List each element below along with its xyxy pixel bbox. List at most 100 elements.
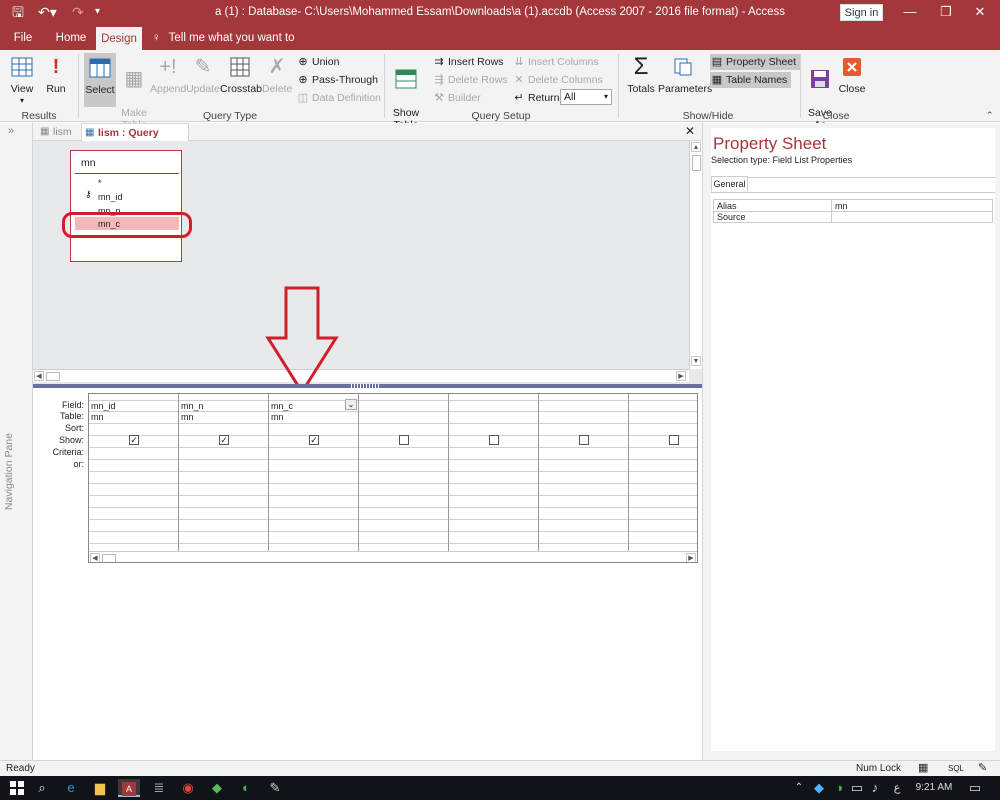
volume-icon[interactable]: ♪: [866, 779, 884, 797]
select-query-button[interactable]: Select: [84, 53, 116, 107]
show-checkbox[interactable]: ✓: [219, 435, 229, 445]
field-item[interactable]: mn_id: [98, 192, 123, 202]
grid-field-cell[interactable]: mn_id: [91, 401, 116, 412]
pass-through-button[interactable]: ⊕ Pass-Through: [296, 72, 378, 88]
chevron-down-icon: ▾: [603, 92, 608, 101]
data-definition-button[interactable]: ◫ Data Definition: [296, 90, 381, 106]
tray-app-icon[interactable]: ◆: [810, 779, 828, 797]
tab-file[interactable]: File: [8, 26, 38, 50]
app-icon[interactable]: ✎: [266, 779, 284, 797]
access-app-icon[interactable]: A: [118, 779, 140, 797]
restore-button[interactable]: ❐: [936, 3, 956, 21]
parameters-button[interactable]: Parameters: [658, 54, 712, 95]
insert-columns-button[interactable]: ⇊ Insert Columns: [512, 54, 598, 70]
language-indicator[interactable]: ع: [888, 779, 906, 797]
tab-divider: [711, 177, 995, 178]
run-button[interactable]: ! Run: [42, 54, 70, 95]
grid-field-cell[interactable]: mn_n: [181, 401, 204, 412]
delete-columns-button[interactable]: ✕ Delete Columns: [512, 72, 602, 88]
app-icon[interactable]: ≣: [150, 779, 168, 797]
grid-table-cell[interactable]: mn: [271, 412, 284, 423]
tray-app-icon[interactable]: ◑: [830, 779, 848, 797]
close-document-icon[interactable]: ✕: [685, 124, 695, 138]
scroll-up-icon[interactable]: ▲: [691, 142, 701, 152]
tab-home[interactable]: Home: [52, 26, 90, 50]
expand-nav-icon[interactable]: »: [8, 125, 14, 137]
property-value-alias[interactable]: mn: [835, 201, 848, 211]
tab-general[interactable]: General: [711, 176, 748, 192]
show-checkbox[interactable]: [579, 435, 589, 445]
scroll-thumb[interactable]: [102, 554, 116, 562]
delete-query-icon: ✗: [268, 56, 286, 78]
close-icon: [839, 54, 865, 80]
chevron-down-icon[interactable]: ⌄: [345, 399, 357, 410]
tab-design[interactable]: Design: [96, 26, 142, 50]
union-button[interactable]: ⊕ Union: [296, 54, 339, 70]
navigation-pane[interactable]: » Navigation Pane: [0, 123, 33, 760]
design-view-icon[interactable]: ✎: [978, 761, 987, 776]
property-value-source[interactable]: [835, 212, 985, 221]
totals-button[interactable]: Σ Totals: [624, 54, 658, 96]
window-close-button[interactable]: ✕: [970, 3, 990, 21]
property-sheet-button[interactable]: ▤ Property Sheet: [710, 54, 801, 70]
selection-type: Selection type: Field List Properties: [711, 155, 853, 165]
return-dropdown[interactable]: All ▾: [560, 89, 612, 105]
grid-horizontal-scrollbar[interactable]: ◀ ▶: [89, 551, 697, 562]
close-query-button[interactable]: Close: [838, 54, 866, 95]
vertical-scrollbar[interactable]: ▲ ▼: [689, 141, 702, 369]
primary-key-icon: ⚷: [85, 189, 92, 199]
insert-rows-button[interactable]: ⇉ Insert Rows: [432, 54, 503, 70]
datasheet-view-icon: [9, 54, 35, 80]
table-names-button[interactable]: ▦ Table Names: [710, 72, 792, 88]
sql-view-button[interactable]: SQL: [948, 761, 964, 776]
show-checkbox[interactable]: ✓: [129, 435, 139, 445]
search-icon[interactable]: ⌕: [33, 779, 51, 797]
app-icon[interactable]: ◆: [208, 779, 226, 797]
show-checkbox[interactable]: [489, 435, 499, 445]
minimize-button[interactable]: —: [900, 3, 920, 21]
scroll-down-icon[interactable]: ▼: [691, 356, 701, 366]
tray-chevron-icon[interactable]: ⌃: [790, 779, 808, 797]
collapse-ribbon-icon[interactable]: ⌃: [986, 110, 994, 121]
network-icon[interactable]: ▭: [848, 779, 866, 797]
clock[interactable]: 9:21 AM: [912, 779, 956, 797]
builder-button[interactable]: ⚒ Builder: [432, 90, 481, 106]
scroll-thumb[interactable]: [46, 372, 60, 381]
property-name: Alias: [717, 201, 737, 211]
tab-query-builder[interactable]: ▦ lism : Query Builder: [81, 123, 189, 157]
windows-start-icon[interactable]: [8, 779, 26, 797]
view-button[interactable]: View ▾: [6, 54, 38, 107]
union-icon: ⊕: [298, 56, 308, 68]
tell-me-box[interactable]: ♀Tell me what you want to do: [152, 26, 302, 68]
grid-table-cell[interactable]: mn: [181, 412, 194, 423]
append-button[interactable]: +! Append: [150, 54, 186, 95]
update-button[interactable]: ✎ Update: [186, 54, 220, 95]
chrome-icon[interactable]: ◉: [179, 779, 197, 797]
action-center-icon[interactable]: ▭: [966, 779, 984, 797]
show-checkbox[interactable]: [399, 435, 409, 445]
field-list[interactable]: mn * ⚷ mn_id mn_n mn_c: [70, 150, 182, 262]
scroll-right-icon[interactable]: ▶: [686, 553, 696, 562]
app-icon[interactable]: ◐: [237, 779, 255, 797]
field-item-all[interactable]: *: [98, 178, 102, 188]
show-checkbox[interactable]: [669, 435, 679, 445]
edge-icon[interactable]: e: [62, 779, 80, 797]
file-explorer-icon[interactable]: ▆: [91, 779, 109, 797]
delete-query-button[interactable]: ✗ Delete: [262, 54, 292, 95]
horizontal-scrollbar[interactable]: ◀ ▶: [33, 369, 689, 382]
grid-field-cell[interactable]: mn_c: [271, 401, 293, 412]
query-design-grid[interactable]: mn_id mn ✓ mn_n mn ✓ mn_c ⌄ mn ✓ ◀ ▶: [88, 393, 698, 563]
data-definition-label: Data Definition: [312, 92, 381, 104]
sign-in-button[interactable]: Sign in: [840, 4, 883, 21]
datasheet-view-icon[interactable]: ▦: [918, 761, 928, 776]
tab-lism[interactable]: ▦ lism: [37, 123, 79, 141]
scroll-left-icon[interactable]: ◀: [90, 553, 100, 562]
delete-rows-button[interactable]: ⇶ Delete Rows: [432, 72, 507, 88]
scroll-thumb[interactable]: [692, 155, 701, 171]
grid-table-cell[interactable]: mn: [91, 412, 104, 423]
show-checkbox[interactable]: ✓: [309, 435, 319, 445]
scroll-right-icon[interactable]: ▶: [676, 371, 686, 381]
scroll-left-icon[interactable]: ◀: [34, 371, 44, 381]
annotation-arrow-icon: [265, 286, 339, 395]
crosstab-button[interactable]: Crosstab: [220, 54, 262, 95]
